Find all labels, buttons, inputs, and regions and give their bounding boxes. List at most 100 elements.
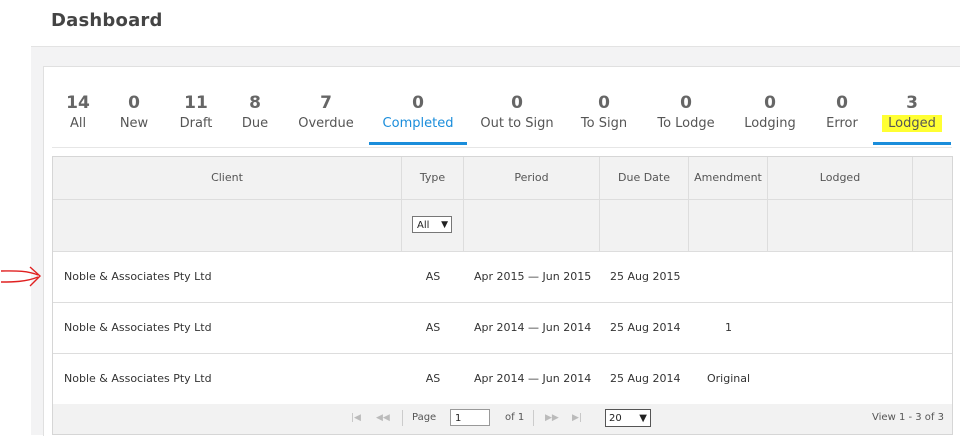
cell-lodged xyxy=(768,354,913,404)
tab-label-wrap: Lodged xyxy=(873,115,951,133)
record-count-text: View 1 - 3 of 3 xyxy=(872,412,944,423)
page-size-value: 20 xyxy=(609,413,622,424)
status-tabs: 14 All 0 New 11 Draft 8 Due 7 Overdue 0 … xyxy=(44,91,960,147)
cell-lodged xyxy=(768,303,913,353)
highlight-annotation: Lodged xyxy=(882,115,942,132)
cell-period: Apr 2014 — Jun 2014 xyxy=(474,372,592,385)
tab-label: Draft xyxy=(179,116,213,131)
dropdown-arrow-icon: ▼ xyxy=(639,413,647,424)
column-header-extra xyxy=(913,157,952,199)
type-filter-select[interactable]: All ▼ xyxy=(412,216,452,233)
tab-count: 0 xyxy=(680,93,692,113)
tab-label: Completed xyxy=(382,116,454,131)
tab-count: 8 xyxy=(249,93,261,113)
tab-count: 0 xyxy=(511,93,523,113)
tab-label: Due xyxy=(241,116,269,131)
page-title: Dashboard xyxy=(51,10,163,31)
active-tab-underline xyxy=(873,142,951,145)
first-page-icon[interactable]: |◀ xyxy=(351,404,361,432)
cell-amendment: Original xyxy=(706,372,751,385)
tab-label: Overdue xyxy=(298,116,354,131)
cell-period: Apr 2015 — Jun 2015 xyxy=(474,270,592,283)
tab-to-lodge[interactable]: 0 To Lodge xyxy=(652,91,720,145)
active-tab-underline xyxy=(369,142,467,145)
header-bar: Dashboard xyxy=(31,0,960,47)
tab-label: Out to Sign xyxy=(480,116,554,131)
filter-cell-type: All ▼ xyxy=(402,200,464,251)
cell-amendment: 1 xyxy=(725,321,732,334)
tab-count: 11 xyxy=(184,93,208,113)
returns-grid: Client Type Period Due Date Amendment Lo… xyxy=(52,156,953,435)
pager-divider xyxy=(402,410,403,426)
cell-type: AS xyxy=(425,372,441,385)
cell-type: AS xyxy=(425,270,441,283)
column-header-amendment[interactable]: Amendment xyxy=(689,157,768,199)
column-header-period[interactable]: Period xyxy=(464,157,600,199)
page-number-input[interactable]: 1 xyxy=(450,409,490,426)
column-header-lodged[interactable]: Lodged xyxy=(768,157,913,199)
filter-cell-amendment xyxy=(689,200,768,251)
tab-label: To Lodge xyxy=(657,116,715,131)
tab-count: 14 xyxy=(66,93,90,113)
cell-amendment xyxy=(689,252,768,302)
filter-cell-lodged xyxy=(768,200,913,251)
tab-count: 0 xyxy=(128,93,140,113)
page-count-label: of 1 xyxy=(505,412,525,423)
cell-due-date: 25 Aug 2015 xyxy=(610,270,681,283)
grid-filter-row: All ▼ xyxy=(53,200,952,252)
tab-error[interactable]: 0 Error xyxy=(819,91,865,145)
cell-client: Noble & Associates Pty Ltd xyxy=(64,372,212,385)
page-label: Page xyxy=(412,412,437,423)
tab-count: 0 xyxy=(836,93,848,113)
tab-due[interactable]: 8 Due xyxy=(237,91,273,145)
cell-client: Noble & Associates Pty Ltd xyxy=(64,270,212,283)
cell-client: Noble & Associates Pty Ltd xyxy=(64,321,212,334)
last-page-icon[interactable]: ▶| xyxy=(572,404,582,432)
previous-page-icon[interactable]: ◀◀ xyxy=(376,404,390,432)
tab-label: New xyxy=(119,116,149,131)
tab-count: 0 xyxy=(598,93,610,113)
cell-lodged xyxy=(768,252,913,302)
type-filter-value: All xyxy=(417,220,430,231)
next-page-icon[interactable]: ▶▶ xyxy=(545,404,559,432)
column-header-due-date[interactable]: Due Date xyxy=(600,157,689,199)
tab-all[interactable]: 14 All xyxy=(61,91,95,145)
tab-lodged[interactable]: 3 Lodged xyxy=(873,91,951,145)
column-header-type[interactable]: Type xyxy=(402,157,464,199)
tab-label: Lodging xyxy=(744,116,796,131)
table-row[interactable]: Noble & Associates Pty Ltd AS Apr 2014 —… xyxy=(53,303,952,354)
filter-cell-period xyxy=(464,200,600,251)
table-row[interactable]: Noble & Associates Pty Ltd AS Apr 2015 —… xyxy=(53,252,952,303)
cell-period: Apr 2014 — Jun 2014 xyxy=(474,321,592,334)
tab-count: 7 xyxy=(320,93,332,113)
tab-draft[interactable]: 11 Draft xyxy=(174,91,218,145)
tabs-divider xyxy=(52,147,952,148)
tab-overdue[interactable]: 7 Overdue xyxy=(294,91,358,145)
returns-panel: 14 All 0 New 11 Draft 8 Due 7 Overdue 0 … xyxy=(43,66,960,436)
red-arrow-annotation xyxy=(0,266,42,287)
tab-label: All xyxy=(69,116,87,131)
tab-count: 0 xyxy=(412,93,424,113)
tab-count: 0 xyxy=(764,93,776,113)
dropdown-arrow-icon: ▼ xyxy=(441,220,448,230)
tab-completed[interactable]: 0 Completed xyxy=(369,91,467,145)
tab-count: 3 xyxy=(906,93,918,113)
tab-lodging[interactable]: 0 Lodging xyxy=(739,91,801,145)
tab-label: To Sign xyxy=(580,116,628,131)
tab-new[interactable]: 0 New xyxy=(114,91,154,145)
column-header-client[interactable]: Client xyxy=(53,157,402,199)
table-row[interactable]: Noble & Associates Pty Ltd AS Apr 2014 —… xyxy=(53,354,952,405)
filter-cell-due-date xyxy=(600,200,689,251)
pager-divider xyxy=(533,410,534,426)
tab-label: Error xyxy=(826,116,858,131)
cell-type: AS xyxy=(425,321,441,334)
grid-pager: |◀ ◀◀ Page 1 of 1 ▶▶ ▶| 20 ▼ View 1 - 3 … xyxy=(53,404,952,434)
cell-due-date: 25 Aug 2014 xyxy=(610,321,681,334)
grid-header-row: Client Type Period Due Date Amendment Lo… xyxy=(53,157,952,200)
page-size-select[interactable]: 20 ▼ xyxy=(605,409,651,427)
tab-out-to-sign[interactable]: 0 Out to Sign xyxy=(478,91,556,145)
cell-due-date: 25 Aug 2014 xyxy=(610,372,681,385)
tab-to-sign[interactable]: 0 To Sign xyxy=(576,91,632,145)
filter-cell-client xyxy=(53,200,402,251)
filter-cell-extra xyxy=(913,200,952,251)
